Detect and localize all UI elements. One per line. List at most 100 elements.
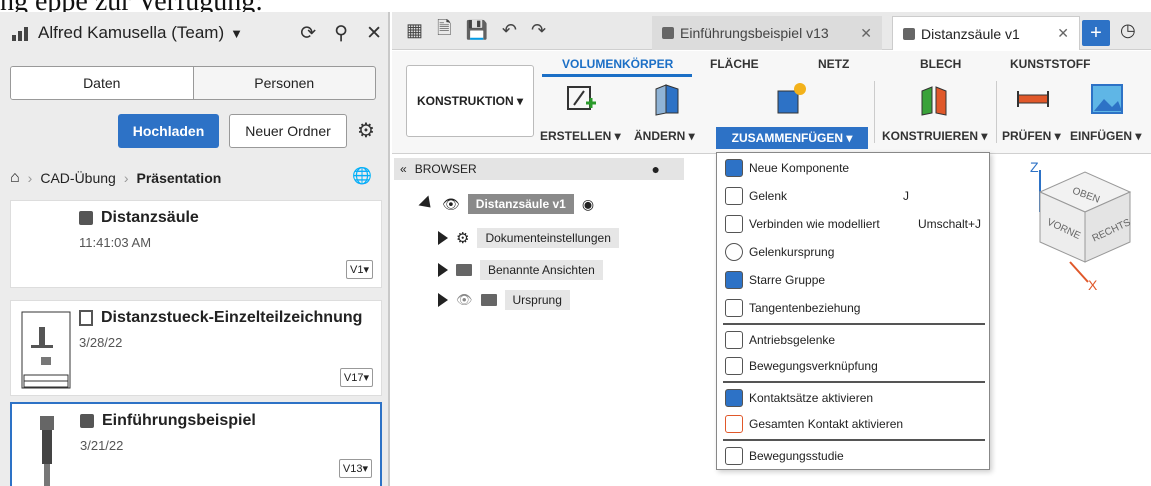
joint-icon (725, 187, 743, 205)
group-einfuegen[interactable]: EINFÜGEN ▾ (1070, 79, 1150, 149)
new-tab-button[interactable]: + (1082, 20, 1110, 46)
expand-icon[interactable] (438, 293, 448, 307)
menu-item-gesamten-kontakt[interactable]: Gesamten Kontakt aktivieren (717, 411, 989, 437)
version-dropdown[interactable]: V1▾ (346, 260, 373, 279)
home-icon[interactable]: ⌂ (10, 169, 20, 187)
tab-volumenkoerper[interactable]: VOLUMENKÖRPER (562, 57, 673, 71)
tab-kunststoff[interactable]: KUNSTSTOFF (1010, 57, 1090, 71)
activate-radio-icon[interactable]: ◉ (582, 196, 594, 213)
browser-header[interactable]: « BROWSER ● (394, 158, 684, 180)
group-label: EINFÜGEN ▾ (1070, 129, 1142, 143)
list-item[interactable]: Distanzsäule 11:41:03 AM V1▾ (10, 200, 382, 288)
menu-item-bewegungsstudie[interactable]: Bewegungsstudie (717, 443, 989, 469)
menu-item-verbinden[interactable]: Verbinden wie modelliert Umschalt+J (717, 211, 989, 237)
zusammenfuegen-menu: Neue Komponente Gelenk J Verbinden wie mo… (716, 152, 990, 470)
menu-item-gelenkursprung[interactable]: Gelenkursprung (717, 239, 989, 265)
z-axis-label: Z (1030, 159, 1039, 175)
tab-flaeche[interactable]: FLÄCHE (710, 57, 759, 71)
as-built-joint-icon (725, 215, 743, 233)
group-konstruieren[interactable]: KONSTRUIEREN ▾ (882, 79, 992, 149)
menu-item-tangentenbeziehung[interactable]: Tangentenbeziehung (717, 295, 989, 321)
viewcube[interactable]: Z X OBEN VORNE RECHTS (1010, 152, 1150, 302)
menu-item-label: Kontaktsätze aktivieren (749, 391, 874, 405)
workspace-dropdown[interactable]: KONSTRUKTION ▾ (406, 65, 534, 137)
grid-icon[interactable]: ▦ (406, 20, 423, 41)
expand-icon[interactable] (418, 195, 436, 213)
component-icon (79, 211, 93, 225)
item-date: 3/21/22 (80, 438, 124, 453)
new-folder-button[interactable]: Neuer Ordner (229, 114, 347, 148)
menu-item-antriebsgelenke[interactable]: Antriebsgelenke (717, 327, 989, 353)
close-icon[interactable]: ✕ (860, 25, 872, 42)
item-title: Distanzsäule (101, 209, 199, 226)
close-icon[interactable]: ✕ (366, 22, 382, 45)
pin-icon[interactable]: ● (652, 161, 660, 177)
hidden-eye-icon[interactable]: 👁 (456, 292, 473, 308)
redo-icon[interactable]: ↷ (531, 20, 546, 41)
expand-icon[interactable] (438, 263, 448, 277)
file-icon[interactable]: 🗎 (437, 16, 451, 46)
menu-item-label: Verbinden wie modelliert (749, 217, 880, 231)
tree-item-label: Benannte Ansichten (480, 260, 603, 280)
breadcrumb-item-praesentation[interactable]: Präsentation (137, 170, 222, 186)
group-label: KONSTRUIEREN ▾ (882, 129, 988, 143)
item-date: 11:41:03 AM (79, 235, 152, 250)
group-pruefen[interactable]: PRÜFEN ▾ (1002, 79, 1068, 149)
tab-einfuehrungsbeispiel[interactable]: Einführungsbeispiel v13 ✕ (652, 16, 882, 50)
group-erstellen[interactable]: ERSTELLEN ▾ (540, 79, 632, 149)
menu-item-gelenk[interactable]: Gelenk J (717, 183, 989, 209)
tab-netz[interactable]: NETZ (818, 57, 849, 71)
menu-item-starre-gruppe[interactable]: Starre Gruppe (717, 267, 989, 293)
close-icon[interactable]: ✕ (1057, 25, 1069, 42)
tree-item[interactable]: Benannte Ansichten (438, 260, 603, 280)
tab-distanzsaeule[interactable]: Distanzsäule v1 ✕ (892, 16, 1080, 50)
breadcrumb-item-cad-uebung[interactable]: CAD-Übung (40, 170, 115, 186)
group-aendern[interactable]: ÄNDERN ▾ (632, 79, 712, 149)
globe-icon[interactable]: 🌐 (352, 166, 372, 186)
tab-daten[interactable]: Daten (11, 67, 194, 99)
root-component-label: Distanzsäule v1 (467, 194, 574, 214)
menu-item-kontaktsaetze[interactable]: Kontaktsätze aktivieren (717, 385, 989, 411)
menu-item-neue-komponente[interactable]: Neue Komponente (717, 155, 989, 181)
menu-item-label: Starre Gruppe (749, 273, 826, 287)
menu-item-bewegungsverknuepfung[interactable]: Bewegungsverknüpfung (717, 353, 989, 379)
version-dropdown[interactable]: V17▾ (339, 368, 373, 387)
divider (874, 81, 875, 143)
motion-study-icon (725, 447, 743, 465)
collapse-icon[interactable]: « (400, 162, 407, 176)
version-dropdown[interactable]: V13▾ (338, 459, 372, 478)
tree-root[interactable]: 👁 Distanzsäule v1 ◉ (418, 194, 594, 214)
team-name: Alfred Kamusella (Team) (38, 23, 225, 42)
sketch-icon (567, 86, 596, 110)
menu-item-label: Gelenkursprung (749, 245, 835, 259)
list-item[interactable]: Einführungsbeispiel 3/21/22 V13▾ (10, 402, 382, 486)
expand-icon[interactable] (438, 231, 448, 245)
gear-icon[interactable]: ⚙ (357, 118, 375, 143)
eye-icon[interactable]: 👁 (442, 196, 460, 213)
tab-blech[interactable]: BLECH (920, 57, 961, 71)
chevron-down-icon: ▼ (230, 25, 243, 41)
menu-item-label: Tangentenbeziehung (749, 301, 861, 315)
tree-item[interactable]: 👁 Ursprung (438, 290, 570, 310)
tree-item[interactable]: ⚙ Dokumenteinstellungen (438, 228, 619, 248)
component-icon (903, 27, 915, 40)
tab-label: Distanzsäule v1 (921, 25, 1020, 42)
folder-icon (456, 264, 472, 276)
item-title: Distanzstueck-Einzelteilzeichnung (101, 309, 363, 326)
clock-icon[interactable]: ◷ (1120, 20, 1136, 41)
search-icon[interactable]: ⚲ (334, 22, 348, 45)
drawing-icon (79, 310, 93, 326)
list-item[interactable]: Distanzstueck-Einzelteilzeichnung 3/28/2… (10, 300, 382, 396)
part-thumbnail (40, 416, 54, 486)
undo-icon[interactable]: ↶ (502, 20, 517, 41)
x-axis-label: X (1088, 277, 1098, 293)
team-selector[interactable]: Alfred Kamusella (Team) ▼ ⟳ ⚲ ✕ (0, 12, 390, 54)
tangent-icon (725, 299, 743, 317)
data-people-toggle: Daten Personen (10, 66, 376, 100)
upload-button[interactable]: Hochladen (118, 114, 219, 148)
save-icon[interactable]: 💾 (466, 20, 488, 41)
tab-personen[interactable]: Personen (194, 67, 376, 99)
refresh-icon[interactable]: ⟳ (300, 22, 316, 45)
item-title: Einführungsbeispiel (102, 412, 256, 429)
zusammenfuegen-dropdown[interactable]: ZUSAMMENFÜGEN ▾ (716, 127, 868, 149)
